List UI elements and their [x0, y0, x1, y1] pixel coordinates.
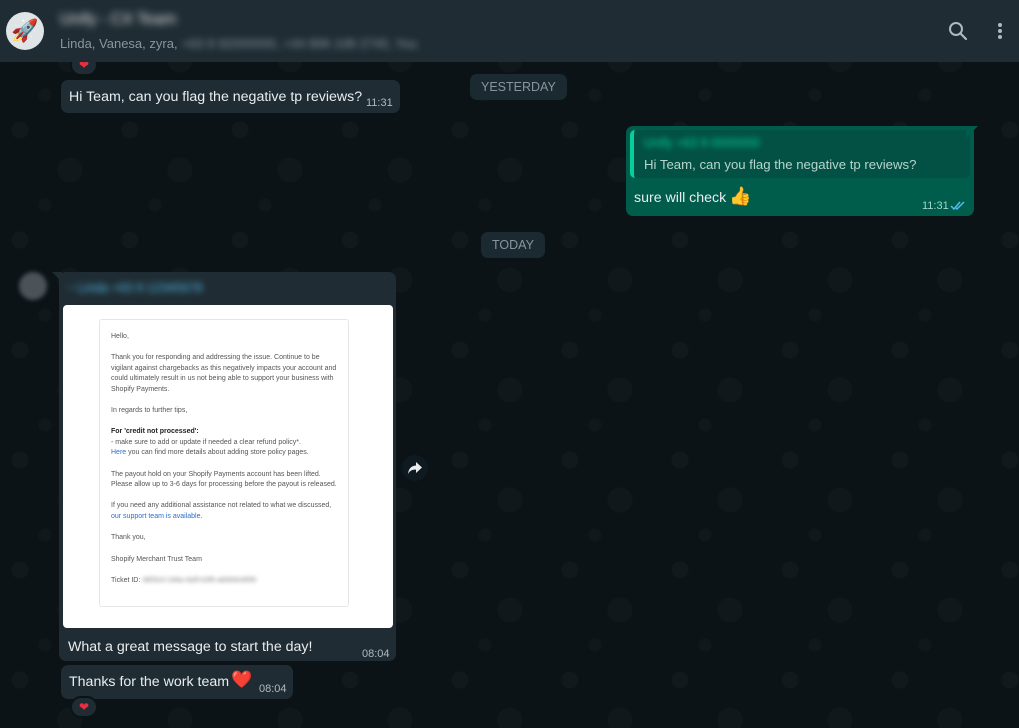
email-paragraph: In regards to further tips,	[111, 407, 188, 415]
bubble-tail	[52, 272, 62, 282]
email-greeting: Hello,	[111, 333, 129, 340]
email-screenshot-image[interactable]: Hello, Thank you for responding and addr…	[63, 305, 393, 628]
ticket-label: Ticket ID:	[111, 577, 141, 585]
email-ticket: Ticket ID: 4805c0-1b6a-4a5f-b3f5-ab0b0e3…	[111, 576, 338, 586]
email-support-end: .	[200, 512, 203, 520]
date-separator-yesterday: YESTERDAY	[470, 74, 567, 100]
search-icon	[949, 22, 968, 41]
message-text: sure will check	[634, 190, 727, 206]
email-paragraph: Thank you for responding and addressing …	[111, 354, 337, 393]
date-separator-today: TODAY	[481, 232, 545, 258]
thumbs-up-icon: 👍	[729, 186, 752, 206]
message-time: 11:31	[366, 97, 393, 109]
members-list: Linda, Vanesa, zyra, +63 9 92000000, +44…	[60, 36, 417, 51]
double-check-icon	[950, 201, 965, 211]
message-time: 11:31	[922, 200, 949, 212]
group-name: Unify - CX Team	[60, 11, 177, 28]
heart-icon: ❤️	[231, 670, 253, 689]
email-paragraph: The payout hold on your Shopify Payments…	[111, 470, 337, 489]
email-card: Hello, Thank you for responding and addr…	[99, 319, 349, 607]
message-time: 08:04	[259, 683, 287, 695]
header-info[interactable]: Unify - CX Team Linda, Vanesa, zyra, +63…	[60, 11, 417, 51]
group-avatar[interactable]: 🚀	[6, 12, 44, 50]
sender-name[interactable]: ~ Linda +63 9 12345678	[67, 281, 203, 295]
message-outgoing[interactable]: Unify +63 9 0000000 Hi Team, can you fla…	[626, 126, 974, 216]
message-incoming[interactable]: Thanks for the work team ❤️ 08:04	[61, 665, 293, 699]
email-thanks: Thank you,	[111, 534, 146, 542]
members-visible: Linda, Vanesa, zyra,	[60, 36, 178, 51]
email-tip-rest: you can find more details about adding s…	[126, 449, 309, 457]
kebab-menu-icon	[998, 23, 1002, 39]
message-time: 08:04	[362, 648, 390, 660]
email-link: Here	[111, 449, 127, 457]
search-button[interactable]	[943, 16, 973, 46]
heart-icon: ❤	[78, 700, 90, 714]
email-link: our support team is available	[111, 512, 201, 520]
quote-text: Hi Team, can you flag the negative tp re…	[644, 157, 917, 172]
email-support: If you need any additional assistance no…	[111, 501, 338, 522]
message-text: Hi Team, can you flag the negative tp re…	[69, 89, 363, 105]
ticket-id: 4805c0-1b6a-4a5f-b3f5-ab0b0e3f0f0	[142, 577, 257, 585]
bubble-tail	[966, 126, 978, 138]
message-incoming[interactable]: Hi Team, can you flag the negative tp re…	[61, 80, 400, 113]
rocket-icon: 🚀	[11, 18, 39, 43]
forward-icon	[408, 462, 422, 474]
sender-avatar[interactable]	[19, 272, 47, 300]
image-caption: What a great message to start the day!	[68, 639, 313, 655]
menu-button[interactable]	[985, 16, 1015, 46]
chat-header[interactable]: 🚀 Unify - CX Team Linda, Vanesa, zyra, +…	[0, 0, 1019, 62]
forward-button[interactable]	[402, 455, 428, 481]
email-signature: Shopify Merchant Trust Team	[111, 555, 202, 563]
reaction-badge[interactable]: ❤	[70, 696, 98, 718]
email-bold-heading: For 'credit not processed':	[111, 428, 199, 436]
email-support-text: If you need any additional assistance no…	[111, 502, 332, 510]
header-actions	[943, 0, 1019, 62]
email-tips: For 'credit not processed': - make sure …	[111, 427, 338, 458]
members-hidden: +63 9 92000000, +44 896 108 2745, You	[181, 36, 418, 51]
quote-author: Unify +63 9 0000000	[644, 136, 760, 150]
quoted-message[interactable]: Unify +63 9 0000000 Hi Team, can you fla…	[630, 130, 970, 178]
message-text: Thanks for the work team	[69, 674, 230, 690]
email-tip-line: - make sure to add or update if needed a…	[111, 438, 301, 446]
